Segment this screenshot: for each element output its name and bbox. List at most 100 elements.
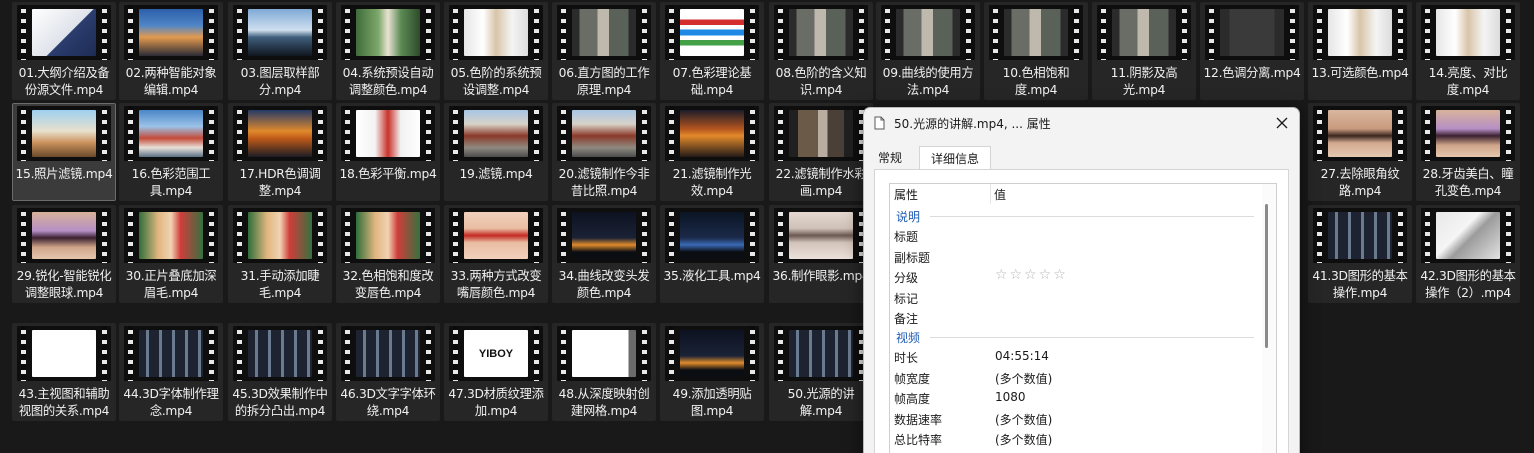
film-strip-right: [962, 5, 975, 60]
tab-general[interactable]: 常规: [878, 146, 914, 170]
video-file-item[interactable]: 31.手动添加睫毛.mp4: [228, 205, 332, 303]
video-file-item[interactable]: 13.可选颜色.mp4: [1308, 2, 1412, 100]
film-strip-right: [314, 106, 327, 161]
dialog-titlebar[interactable]: 50.光源的讲解.mp4, ... 属性: [864, 108, 1299, 138]
property-row[interactable]: 时长 04:55:14: [890, 347, 1262, 367]
video-file-item[interactable]: YIBOY 47.3D材质纹理添加.mp4: [444, 323, 548, 421]
video-file-item[interactable]: 27.去除眼角纹路.mp4: [1308, 103, 1412, 201]
video-file-item[interactable]: 29.锐化-智能锐化调整眼球.mp4: [12, 205, 116, 303]
video-file-item[interactable]: 11.阴影及高光.mp4: [1092, 2, 1196, 100]
property-row[interactable]: 总比特率 (多个数值): [890, 429, 1262, 449]
video-thumbnail: [1220, 9, 1284, 56]
video-file-item[interactable]: 07.色彩理论基础.mp4: [660, 2, 764, 100]
video-file-item[interactable]: 50.光源的讲解.mp4: [769, 323, 873, 421]
video-file-item[interactable]: 16.色彩范围工具.mp4: [119, 103, 223, 201]
video-file-item[interactable]: 44.3D字体制作理念.mp4: [119, 323, 223, 421]
video-file-item[interactable]: 21.滤镜制作光效.mp4: [660, 103, 764, 201]
video-thumbnail: [356, 9, 420, 56]
video-file-item[interactable]: 35.液化工具.mp4: [660, 205, 764, 303]
film-strip-left: [1421, 208, 1434, 263]
film-strip-left: [557, 5, 570, 60]
rating-stars[interactable]: ☆☆☆☆☆: [995, 267, 1068, 283]
video-file-name: 31.手动添加睫毛.mp4: [240, 269, 320, 300]
property-row[interactable]: 分级 ☆☆☆☆☆: [890, 267, 1262, 287]
video-file-item[interactable]: 41.3D图形的基本操作.mp4: [1308, 205, 1412, 303]
video-file-item[interactable]: 45.3D效果制作中的拆分凸出.mp4: [228, 323, 332, 421]
film-strip-left: [989, 5, 1002, 60]
video-file-item[interactable]: 04.系统预设自动调整颜色.mp4: [336, 2, 440, 100]
video-file-item[interactable]: 15.照片滤镜.mp4: [12, 103, 116, 201]
scrollbar-thumb[interactable]: [1265, 204, 1268, 348]
video-thumbnail-frame: [341, 5, 435, 60]
video-file-item[interactable]: 43.主视图和辅助视图的关系.mp4: [12, 323, 116, 421]
video-file-item[interactable]: 36.制作眼影.mp4: [769, 205, 873, 303]
property-row[interactable]: 标题: [890, 226, 1262, 246]
property-row[interactable]: 帧高度 1080: [890, 388, 1262, 408]
video-file-item[interactable]: 18.色彩平衡.mp4: [336, 103, 440, 201]
video-file-item[interactable]: 32.色相饱和度改变唇色.mp4: [336, 205, 440, 303]
video-file-name: 28.牙齿美白、瞳孔变色.mp4: [1422, 167, 1514, 198]
video-file-item[interactable]: 09.曲线的使用方法.mp4: [876, 2, 980, 100]
property-row[interactable]: 标记: [890, 288, 1262, 308]
scrollbar-track[interactable]: [1262, 184, 1276, 453]
video-file-item[interactable]: 14.亮度、对比度.mp4: [1416, 2, 1520, 100]
video-file-item[interactable]: 17.HDR色调调整.mp4: [228, 103, 332, 201]
film-strip-left: [881, 5, 894, 60]
film-strip-left: [1421, 106, 1434, 161]
video-file-item[interactable]: 06.直方图的工作原理.mp4: [552, 2, 656, 100]
property-key: 总比特率: [894, 433, 943, 448]
video-file-item[interactable]: 03.图层取样部分.mp4: [228, 2, 332, 100]
film-strip-right: [314, 326, 327, 381]
video-thumbnail-frame: [1205, 5, 1299, 60]
video-thumbnail: [680, 330, 744, 377]
details-panel: 属性 值 说明 标题 副标题 分级 ☆☆☆☆☆ 标记 备注 视频 时长 04:55:14 帧宽度 (多…: [874, 169, 1289, 453]
video-file-item[interactable]: 30.正片叠底加深眉毛.mp4: [119, 205, 223, 303]
video-file-item[interactable]: 49.添加透明贴图.mp4: [660, 323, 764, 421]
film-strip-left: [17, 208, 30, 263]
video-thumbnail-frame: [341, 106, 435, 161]
video-file-item[interactable]: 08.色阶的含义知识.mp4: [769, 2, 873, 100]
video-thumbnail-frame: [124, 326, 218, 381]
video-file-item[interactable]: 22.滤镜制作水彩画.mp4: [769, 103, 873, 201]
video-file-item[interactable]: 34.曲线改变头发颜色.mp4: [552, 205, 656, 303]
property-row[interactable]: 帧宽度 (多个数值): [890, 368, 1262, 388]
property-value: (多个数值): [995, 433, 1053, 448]
video-file-item[interactable]: 28.牙齿美白、瞳孔变色.mp4: [1416, 103, 1520, 201]
video-file-item[interactable]: 46.3D文字字体环绕.mp4: [336, 323, 440, 421]
film-strip-right: [530, 5, 543, 60]
video-file-item[interactable]: 12.色调分离.mp4: [1200, 2, 1304, 100]
property-key: 帧高度: [894, 392, 931, 407]
property-row[interactable]: 数据速率 (多个数值): [890, 409, 1262, 429]
video-file-name: 32.色相饱和度改变唇色.mp4: [342, 269, 434, 300]
film-strip-right: [205, 326, 218, 381]
column-header-value[interactable]: 值: [994, 186, 1006, 203]
property-row[interactable]: 副标题: [890, 247, 1262, 267]
property-key: 副标题: [894, 250, 931, 265]
column-header-property[interactable]: 属性: [894, 186, 918, 203]
property-list[interactable]: 属性 值 说明 标题 副标题 分级 ☆☆☆☆☆ 标记 备注 视频 时长 04:55:14 帧宽度 (多…: [889, 183, 1277, 453]
video-file-item[interactable]: 02.两种智能对象编辑.mp4: [119, 2, 223, 100]
video-file-item[interactable]: 42.3D图形的基本操作（2）.mp4: [1416, 205, 1520, 303]
film-strip-left: [17, 326, 30, 381]
close-icon[interactable]: [1273, 114, 1291, 132]
film-strip-left: [233, 208, 246, 263]
film-strip-left: [341, 208, 354, 263]
tab-details[interactable]: 详细信息: [919, 146, 991, 170]
property-row[interactable]: 备注: [890, 308, 1262, 328]
film-strip-right: [1502, 208, 1515, 263]
video-thumbnail: [139, 9, 203, 56]
video-file-item[interactable]: 10.色相饱和度.mp4: [984, 2, 1088, 100]
section-divider: [930, 216, 1254, 217]
video-file-item[interactable]: 19.滤镜.mp4: [444, 103, 548, 201]
video-file-item[interactable]: 05.色阶的系统预设调整.mp4: [444, 2, 548, 100]
video-file-item[interactable]: 20.滤镜制作今非昔比照.mp4: [552, 103, 656, 201]
video-file-item[interactable]: 01.大纲介绍及备份源文件.mp4: [12, 2, 116, 100]
video-file-item[interactable]: 33.两种方式改变嘴唇颜色.mp4: [444, 205, 548, 303]
video-file-item[interactable]: 48.从深度映射创建网格.mp4: [552, 323, 656, 421]
film-strip-right: [314, 208, 327, 263]
film-strip-left: [1313, 106, 1326, 161]
column-divider[interactable]: [990, 184, 991, 204]
film-strip-left: [124, 326, 137, 381]
video-thumbnail-frame: [1313, 5, 1407, 60]
video-thumbnail-frame: [557, 106, 651, 161]
